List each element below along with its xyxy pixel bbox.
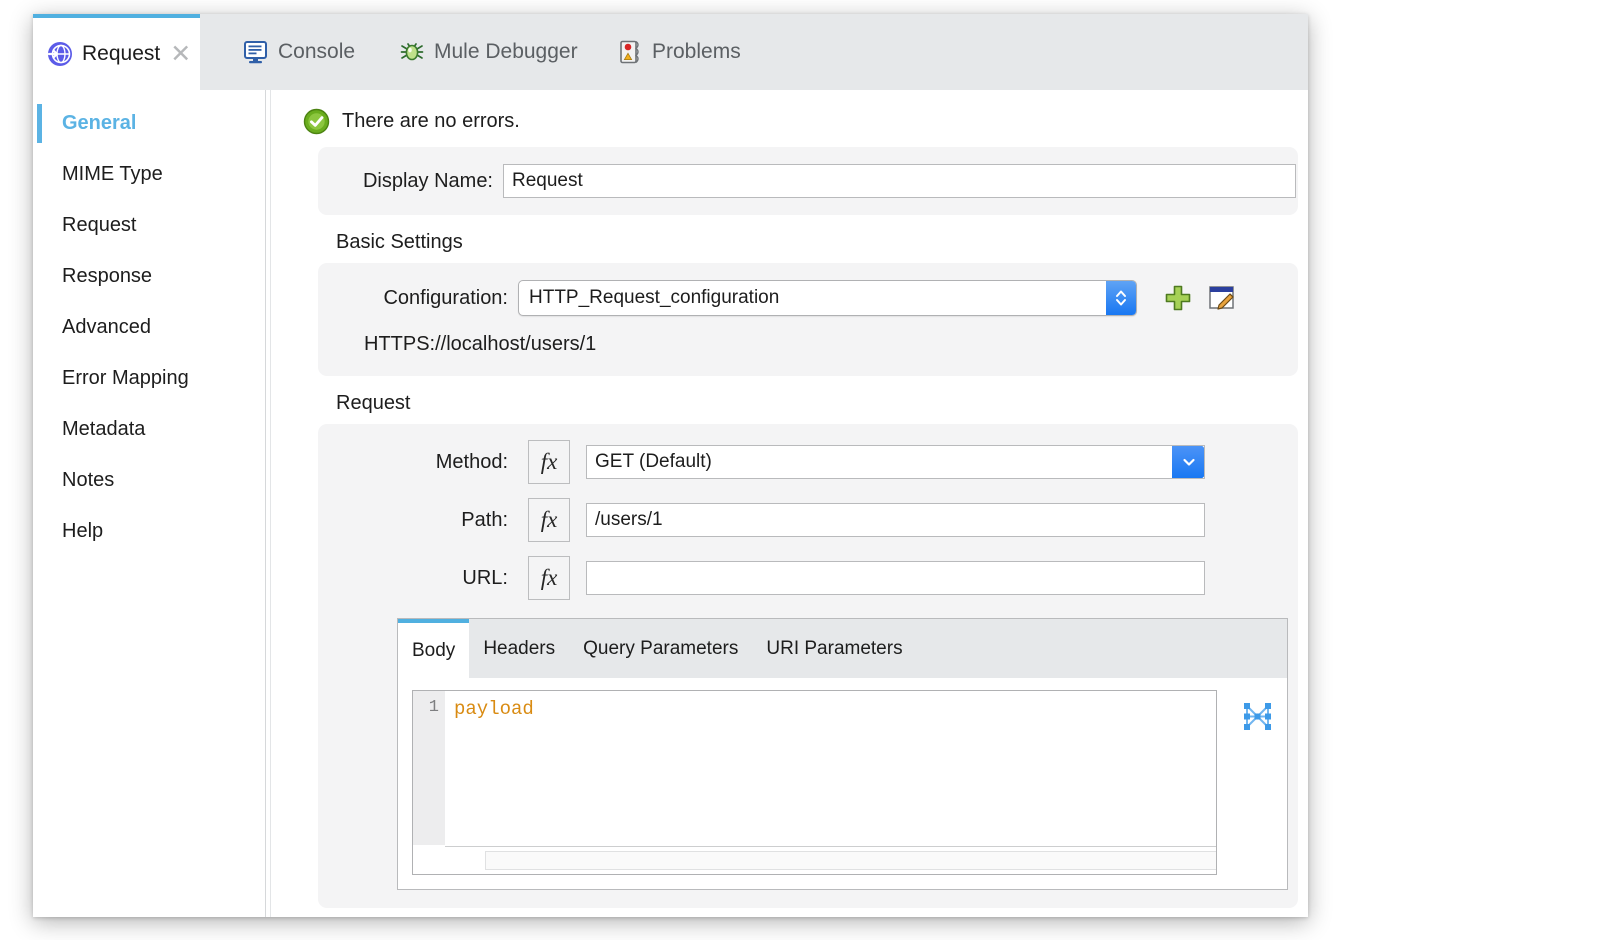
globe-request-icon: [47, 41, 73, 67]
close-icon[interactable]: ✕: [170, 42, 191, 67]
url-expression-toggle[interactable]: fx: [528, 556, 570, 600]
sidebar-item-metadata[interactable]: Metadata: [33, 404, 265, 455]
general-settings-panel: There are no errors. Display Name: Reque…: [271, 90, 1308, 917]
sidebar-item-label: Notes: [62, 469, 114, 492]
properties-sidebar: General MIME Type Request Response Advan…: [33, 90, 265, 917]
sidebar-item-label: MIME Type: [62, 163, 163, 186]
sidebar-item-advanced[interactable]: Advanced: [33, 302, 265, 353]
request-group: Method: fx GET (Default) Path: fx: [318, 424, 1298, 908]
basic-settings-title: Basic Settings: [336, 231, 1308, 254]
path-expression-toggle[interactable]: fx: [528, 498, 570, 542]
tab-label: Mule Debugger: [434, 40, 578, 64]
green-plus-icon[interactable]: [1163, 283, 1193, 313]
url-input[interactable]: [586, 561, 1205, 595]
display-name-group: Display Name: Request: [318, 147, 1298, 215]
configuration-url-preview: HTTPS://localhost/users/1: [364, 316, 1298, 356]
sidebar-item-label: Error Mapping: [62, 367, 189, 390]
request-params-tabstrip: Body Headers Query Parameters URI Parame…: [398, 619, 1287, 678]
problems-icon: [617, 39, 643, 65]
edit-pencil-icon[interactable]: [1207, 283, 1237, 313]
scrollbar-thumb[interactable]: [485, 851, 1217, 870]
sidebar-item-general[interactable]: General: [33, 98, 265, 149]
tab-headers[interactable]: Headers: [469, 619, 569, 678]
request-section-title: Request: [336, 392, 1308, 415]
sidebar-item-mime-type[interactable]: MIME Type: [33, 149, 265, 200]
sidebar-item-notes[interactable]: Notes: [33, 455, 265, 506]
basic-settings-group: Configuration: HTTP_Request_configuratio…: [318, 263, 1298, 376]
tab-request[interactable]: Request ✕: [33, 14, 200, 90]
configuration-label: Configuration:: [318, 287, 508, 310]
tab-query-parameters[interactable]: Query Parameters: [569, 619, 752, 678]
method-select[interactable]: GET (Default): [586, 445, 1205, 479]
sidebar-item-response[interactable]: Response: [33, 251, 265, 302]
inner-tab-label: Body: [412, 640, 455, 662]
tab-label: Console: [278, 40, 355, 64]
status-message: There are no errors.: [342, 110, 520, 133]
method-expression-toggle[interactable]: fx: [528, 440, 570, 484]
sidebar-item-error-mapping[interactable]: Error Mapping: [33, 353, 265, 404]
sidebar-item-help[interactable]: Help: [33, 506, 265, 557]
dataweave-transform-icon[interactable]: [1242, 701, 1273, 732]
code-token-payload: payload: [454, 698, 534, 720]
sidebar-item-request[interactable]: Request: [33, 200, 265, 251]
chevron-down-icon[interactable]: [1172, 445, 1205, 479]
screenshot-root: Request ✕ Console: [0, 0, 1598, 940]
line-number: 1: [413, 691, 445, 717]
stepper-updown-icon[interactable]: [1106, 281, 1136, 315]
editor-horizontal-scrollbar[interactable]: [445, 846, 1216, 874]
validation-status: There are no errors.: [271, 90, 1308, 147]
request-properties-window: Request ✕ Console: [33, 14, 1308, 917]
sidebar-item-label: Response: [62, 265, 152, 288]
method-value: GET (Default): [587, 451, 1172, 473]
inner-tab-label: Query Parameters: [583, 638, 738, 660]
tab-label: Problems: [652, 40, 741, 64]
inner-tab-label: Headers: [483, 638, 555, 660]
method-label: Method:: [318, 451, 508, 474]
success-check-icon: [303, 108, 330, 135]
sidebar-divider: [265, 90, 266, 917]
tab-problems[interactable]: Problems: [603, 14, 755, 90]
sidebar-item-label: Request: [62, 214, 137, 237]
path-label: Path:: [318, 509, 508, 532]
editor-gutter: 1: [413, 691, 445, 845]
editor-tab-strip: Request ✕ Console: [33, 14, 1308, 90]
inner-tab-label: URI Parameters: [766, 638, 902, 660]
sidebar-item-label: Help: [62, 520, 103, 543]
tab-mule-debugger[interactable]: Mule Debugger: [385, 14, 592, 90]
display-name-input[interactable]: Request: [503, 164, 1296, 198]
url-label: URL:: [318, 567, 508, 590]
sidebar-item-label: General: [62, 112, 136, 135]
display-name-label: Display Name:: [318, 170, 493, 193]
request-params-panel: Body Headers Query Parameters URI Parame…: [397, 618, 1288, 890]
sidebar-item-label: Advanced: [62, 316, 151, 339]
configuration-value: HTTP_Request_configuration: [519, 287, 1106, 309]
bug-debugger-icon: [399, 39, 425, 65]
console-icon: [243, 39, 269, 65]
path-input[interactable]: /users/1: [586, 503, 1205, 537]
configuration-select[interactable]: HTTP_Request_configuration: [518, 280, 1137, 316]
editor-code-area[interactable]: payload: [445, 691, 1216, 845]
tab-body[interactable]: Body: [398, 619, 469, 678]
body-code-editor[interactable]: 1 payload: [412, 690, 1217, 875]
tab-console[interactable]: Console: [229, 14, 369, 90]
tab-uri-parameters[interactable]: URI Parameters: [752, 619, 916, 678]
tab-label: Request: [82, 42, 160, 66]
sidebar-item-label: Metadata: [62, 418, 145, 441]
